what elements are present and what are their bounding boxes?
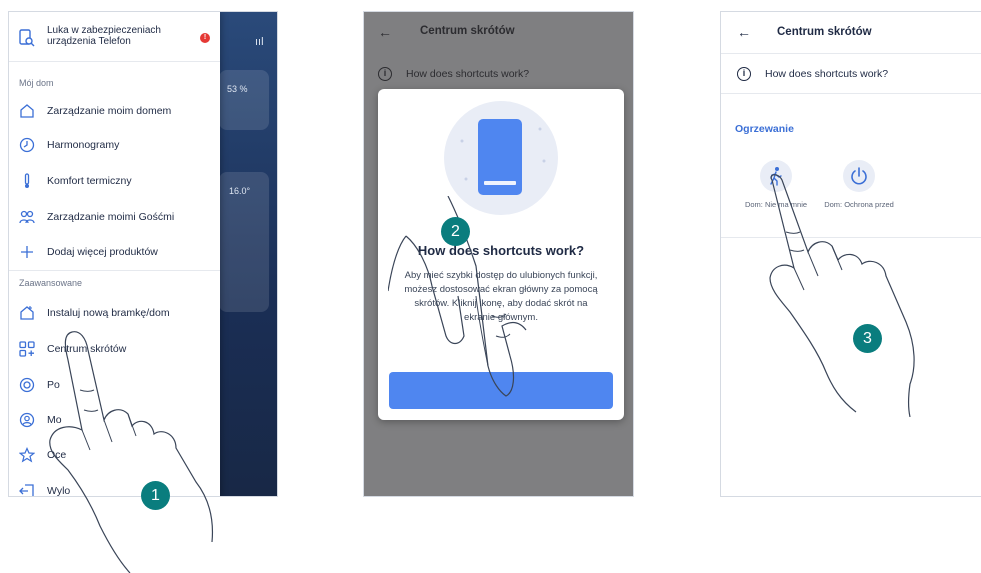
- menu-item-label: Zarządzanie moimi Gośćmi: [47, 211, 175, 223]
- menu-item-logout[interactable]: Wylo: [9, 476, 220, 497]
- navigation-drawer: Luka w zabezpieczeniach urządzenia Telef…: [9, 12, 220, 497]
- screen-shortcut-intro: ← Centrum skrótów i How does shortcuts w…: [363, 11, 634, 497]
- screen-shortcut-center: ← Centrum skrótów i How does shortcuts w…: [720, 11, 981, 497]
- house-add-icon: [20, 306, 34, 320]
- step-badge-3: 3: [853, 324, 882, 353]
- screen-menu: 53 % 16.0° ııl Luka w zabezpieczeniach u…: [8, 11, 278, 497]
- menu-item-profile[interactable]: Mo: [9, 405, 220, 435]
- how-it-works-row[interactable]: i How does shortcuts work?: [721, 64, 981, 94]
- menu-item-install-gateway[interactable]: Instaluj nową bramkę/dom: [9, 298, 220, 328]
- info-icon: i: [737, 67, 751, 81]
- menu-item-shortcut-center[interactable]: Centrum skrótów: [9, 334, 220, 364]
- background-percent: 53 %: [227, 84, 248, 94]
- background-temperature: 16.0°: [229, 186, 251, 196]
- how-it-works-row[interactable]: i How does shortcuts work?: [364, 64, 633, 86]
- profile-icon: [19, 412, 35, 428]
- modal-body: Aby mieć szybki dostęp do ulubionych fun…: [404, 270, 598, 323]
- step-badge-1: 1: [141, 481, 170, 510]
- section-title-home: Mój dom: [19, 78, 54, 88]
- menu-item-thermal-comfort[interactable]: Komfort termiczny: [9, 166, 220, 196]
- plus-icon: [21, 246, 33, 258]
- guests-icon: [19, 210, 35, 224]
- star-icon: [19, 447, 35, 463]
- device-search-icon: [19, 29, 35, 47]
- modal-confirm-button[interactable]: [389, 372, 613, 409]
- shortcut-label: Dom: Ochrona przed: [824, 200, 894, 209]
- menu-item-label: Komfort termiczny: [47, 175, 132, 187]
- step-badge-2: 2: [441, 217, 470, 246]
- signal-icon: ııl: [255, 36, 264, 48]
- shortcuts-icon: [19, 341, 35, 357]
- back-arrow-icon[interactable]: ←: [378, 24, 392, 40]
- menu-item-label: Mo: [47, 414, 62, 426]
- menu-item-label: Oce: [47, 449, 67, 461]
- top-bar: ← Centrum skrótów: [364, 12, 633, 52]
- logout-icon: [19, 484, 34, 496]
- how-it-works-label: How does shortcuts work?: [406, 68, 530, 80]
- back-arrow-icon[interactable]: ←: [737, 24, 751, 40]
- clock-icon: [19, 137, 35, 153]
- page-title: Centrum skrótów: [420, 25, 515, 37]
- shortcut-label: Dom: Nie ma mnie: [744, 200, 808, 209]
- power-icon: [851, 167, 867, 185]
- help-icon: [19, 377, 35, 393]
- menu-item-label: Harmonogramy: [47, 139, 120, 151]
- home-icon: [20, 104, 34, 118]
- info-icon: i: [378, 67, 392, 81]
- alert-badge: !: [200, 33, 210, 43]
- walking-person-icon: [770, 167, 782, 186]
- how-it-works-label: How does shortcuts work?: [765, 68, 889, 80]
- shortcut-protection[interactable]: Dom: Ochrona przed: [824, 160, 894, 230]
- menu-item-schedules[interactable]: Harmonogramy: [9, 130, 220, 160]
- shortcut-away[interactable]: Dom: Nie ma mnie: [741, 160, 811, 230]
- menu-item-label: Zarządzanie moim domem: [47, 105, 172, 117]
- section-title-advanced: Zaawansowane: [19, 278, 83, 288]
- menu-item-label: Instaluj nową bramkę/dom: [47, 307, 170, 319]
- menu-item-rate[interactable]: Oce: [9, 440, 220, 470]
- divider: [721, 237, 981, 238]
- menu-item-label: Centrum skrótów: [47, 343, 127, 355]
- modal-title: How does shortcuts work?: [417, 243, 585, 258]
- illustration-circle: [444, 101, 558, 215]
- info-modal: How does shortcuts work? Aby mieć szybki…: [378, 89, 624, 420]
- menu-item-guests[interactable]: Zarządzanie moimi Gośćmi: [9, 202, 220, 232]
- shortcut-circle: [760, 160, 792, 192]
- background-card: [219, 70, 269, 130]
- top-bar: ← Centrum skrótów: [721, 12, 981, 54]
- device-illustration: [460, 119, 546, 195]
- menu-item-add-products[interactable]: Dodaj więcej produktów: [9, 237, 220, 267]
- page-title: Centrum skrótów: [777, 26, 872, 38]
- menu-item-help[interactable]: Po: [9, 370, 220, 400]
- security-alert[interactable]: Luka w zabezpieczeniach urządzenia Telef…: [9, 12, 220, 62]
- group-title-heating: Ogrzewanie: [735, 123, 794, 135]
- thermometer-icon: [24, 173, 30, 188]
- alert-text: Luka w zabezpieczeniach urządzenia Telef…: [47, 25, 161, 47]
- menu-item-label: Po: [47, 379, 60, 391]
- menu-item-label: Dodaj więcej produktów: [47, 246, 158, 258]
- menu-item-label: Wylo: [47, 485, 71, 497]
- divider: [9, 270, 220, 271]
- menu-item-manage-home[interactable]: Zarządzanie moim domem: [9, 96, 220, 126]
- shortcut-circle: [843, 160, 875, 192]
